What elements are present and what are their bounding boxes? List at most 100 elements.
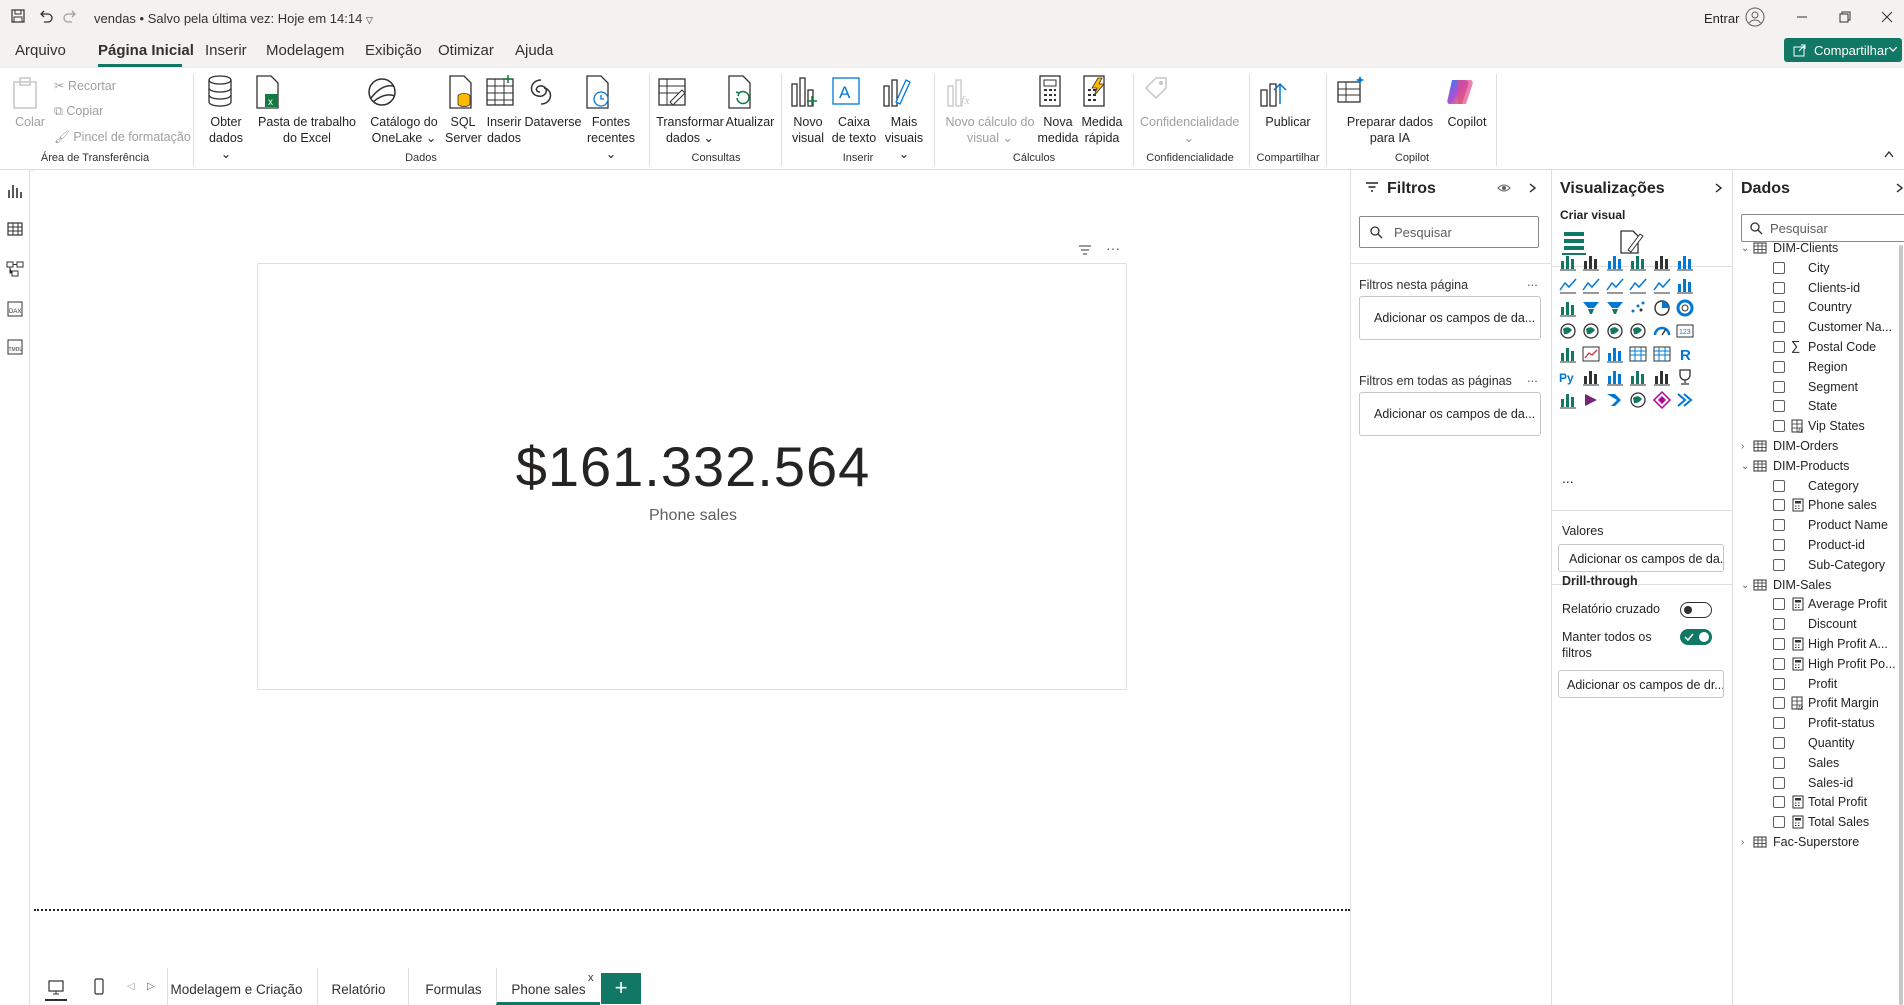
python-visual-icon[interactable]: Py bbox=[1558, 367, 1578, 387]
stacked-area-chart-icon[interactable] bbox=[1605, 275, 1625, 295]
field-checkbox[interactable] bbox=[1773, 717, 1785, 730]
values-drop-well[interactable]: Adicionar os campos de da... bbox=[1558, 544, 1724, 572]
ribbon-chart-icon[interactable] bbox=[1675, 275, 1695, 295]
sql-server-button[interactable]: SQL Server bbox=[445, 74, 482, 146]
more-options-icon[interactable]: ··· bbox=[1106, 240, 1120, 256]
collapse-pane-icon[interactable] bbox=[1715, 183, 1723, 193]
page-tab-active[interactable]: Phone sales bbox=[496, 968, 600, 1005]
minimize-icon[interactable] bbox=[1795, 10, 1809, 24]
clustered-bar-chart-icon[interactable] bbox=[1605, 252, 1625, 272]
new-measure-button[interactable]: Nova medida bbox=[1036, 74, 1080, 146]
recent-sources-button[interactable]: Fontes recentes ⌄ bbox=[582, 74, 640, 162]
desktop-layout-icon[interactable] bbox=[45, 978, 67, 1001]
treemap-icon[interactable] bbox=[1558, 321, 1578, 341]
diamond-visual-icon[interactable] bbox=[1652, 390, 1672, 410]
decomposition-tree-icon[interactable] bbox=[1605, 367, 1625, 387]
funnel-chart-icon[interactable] bbox=[1605, 298, 1625, 318]
share-button[interactable]: Compartilhar bbox=[1784, 38, 1902, 62]
tmdl-view-icon[interactable]: TMDL bbox=[6, 338, 24, 356]
table-view-icon[interactable] bbox=[6, 220, 24, 238]
chevron-down-icon[interactable]: ⌄ bbox=[1741, 580, 1749, 591]
more-options-icon[interactable]: ... bbox=[1527, 370, 1538, 385]
new-visual-button[interactable]: Novo visual bbox=[788, 74, 828, 146]
slicer-icon[interactable] bbox=[1605, 344, 1625, 364]
chevron-visual-icon[interactable] bbox=[1675, 390, 1695, 410]
chevron-down-icon[interactable]: ▽ bbox=[366, 15, 373, 25]
menu-arquivo[interactable]: Arquivo bbox=[15, 42, 66, 59]
paginated-report-icon[interactable] bbox=[1558, 390, 1578, 410]
sign-in-link[interactable]: Entrar bbox=[1704, 11, 1739, 26]
previous-page-icon[interactable]: ◁ bbox=[127, 981, 135, 992]
multi-row-card-icon[interactable] bbox=[1558, 344, 1578, 364]
filled-map-icon[interactable] bbox=[1605, 321, 1625, 341]
format-painter-button[interactable]: 🖌 Pincel de formatação bbox=[54, 130, 191, 145]
copilot-button[interactable]: Copilot bbox=[1444, 74, 1490, 130]
field-checkbox[interactable] bbox=[1773, 816, 1785, 829]
menu-pagina-inicial[interactable]: Página Inicial bbox=[98, 42, 194, 59]
paste-button[interactable]: Colar bbox=[10, 76, 50, 130]
table-icon[interactable] bbox=[1628, 344, 1648, 364]
chevron-right-icon[interactable]: › bbox=[1741, 441, 1744, 452]
menu-ajuda[interactable]: Ajuda bbox=[515, 42, 553, 59]
cross-report-toggle[interactable] bbox=[1680, 602, 1712, 618]
field-checkbox[interactable] bbox=[1773, 638, 1785, 650]
more-visuals-ellipsis[interactable]: ... bbox=[1562, 470, 1574, 486]
100-column-chart-icon[interactable] bbox=[1675, 252, 1695, 272]
menu-otimizar[interactable]: Otimizar bbox=[438, 42, 494, 59]
matrix-icon[interactable] bbox=[1652, 344, 1672, 364]
field-checkbox[interactable] bbox=[1773, 479, 1785, 492]
close-icon[interactable] bbox=[1880, 10, 1894, 24]
field-checkbox[interactable] bbox=[1773, 618, 1785, 631]
map-icon[interactable] bbox=[1581, 321, 1601, 341]
more-visuals-button[interactable]: Mais visuais ⌄ bbox=[880, 74, 928, 162]
collapse-pane-icon[interactable] bbox=[1896, 183, 1904, 193]
dataverse-button[interactable]: Dataverse bbox=[524, 74, 582, 130]
save-icon[interactable] bbox=[10, 8, 26, 24]
report-view-icon[interactable] bbox=[6, 182, 24, 200]
get-data-button[interactable]: Obter dados ⌄ bbox=[205, 74, 247, 162]
close-page-icon[interactable]: x bbox=[588, 972, 594, 984]
page-tab[interactable]: Relatório bbox=[317, 968, 399, 1005]
chevron-down-icon[interactable]: ⌄ bbox=[1741, 243, 1749, 254]
drill-through-drop-well[interactable]: Adicionar os campos de dr... bbox=[1558, 670, 1724, 698]
waterfall-chart-icon[interactable] bbox=[1558, 298, 1578, 318]
qa-icon[interactable] bbox=[1628, 367, 1648, 387]
text-box-button[interactable]: A Caixa de texto bbox=[830, 74, 878, 146]
key-influencers-icon[interactable] bbox=[1581, 367, 1601, 387]
field-checkbox[interactable] bbox=[1773, 756, 1785, 769]
model-view-icon[interactable] bbox=[6, 260, 24, 278]
restore-icon[interactable] bbox=[1838, 10, 1852, 24]
undo-icon[interactable] bbox=[38, 8, 54, 24]
prep-data-ai-button[interactable]: Preparar dados para IA bbox=[1334, 74, 1446, 146]
mobile-layout-icon[interactable] bbox=[93, 978, 105, 996]
new-visual-calculation-button[interactable]: fx Novo cálculo do visual ⌄ bbox=[944, 74, 1036, 146]
refresh-button[interactable]: Atualizar bbox=[724, 74, 776, 130]
quick-measure-button[interactable]: Medida rápida bbox=[1080, 74, 1124, 146]
funnel-icon[interactable] bbox=[1581, 298, 1601, 318]
100-bar-chart-icon[interactable] bbox=[1652, 252, 1672, 272]
scatter-chart-icon[interactable] bbox=[1628, 298, 1648, 318]
shape-map-icon[interactable] bbox=[1628, 390, 1648, 410]
more-options-icon[interactable]: ... bbox=[1527, 274, 1538, 289]
publish-button[interactable]: Publicar bbox=[1258, 74, 1318, 130]
power-automate-icon[interactable] bbox=[1605, 390, 1625, 410]
field-checkbox[interactable] bbox=[1773, 519, 1785, 532]
field-checkbox[interactable] bbox=[1773, 776, 1785, 789]
field-checkbox[interactable] bbox=[1773, 321, 1785, 334]
enter-data-button[interactable]: Inserir dados bbox=[484, 74, 524, 146]
filters-search-input[interactable]: Pesquisar bbox=[1359, 216, 1539, 248]
narrative-icon[interactable] bbox=[1652, 367, 1672, 387]
onelake-catalog-button[interactable]: Catálogo do OneLake ⌄ bbox=[365, 74, 443, 146]
field-checkbox[interactable] bbox=[1773, 380, 1785, 393]
field-checkbox[interactable] bbox=[1773, 499, 1785, 512]
field-checkbox[interactable] bbox=[1773, 677, 1785, 690]
table-node[interactable]: › Fac-Superstore bbox=[1733, 830, 1903, 854]
collapse-ribbon-icon[interactable] bbox=[1884, 150, 1894, 158]
azure-map-icon[interactable] bbox=[1628, 321, 1648, 341]
field-checkbox[interactable] bbox=[1773, 737, 1785, 749]
menu-exibicao[interactable]: Exibição bbox=[365, 42, 422, 59]
keep-filters-toggle[interactable] bbox=[1680, 629, 1712, 645]
line-column-chart-icon[interactable] bbox=[1652, 275, 1672, 295]
menu-modelagem[interactable]: Modelagem bbox=[266, 42, 344, 59]
line-area-icon[interactable] bbox=[1628, 275, 1648, 295]
